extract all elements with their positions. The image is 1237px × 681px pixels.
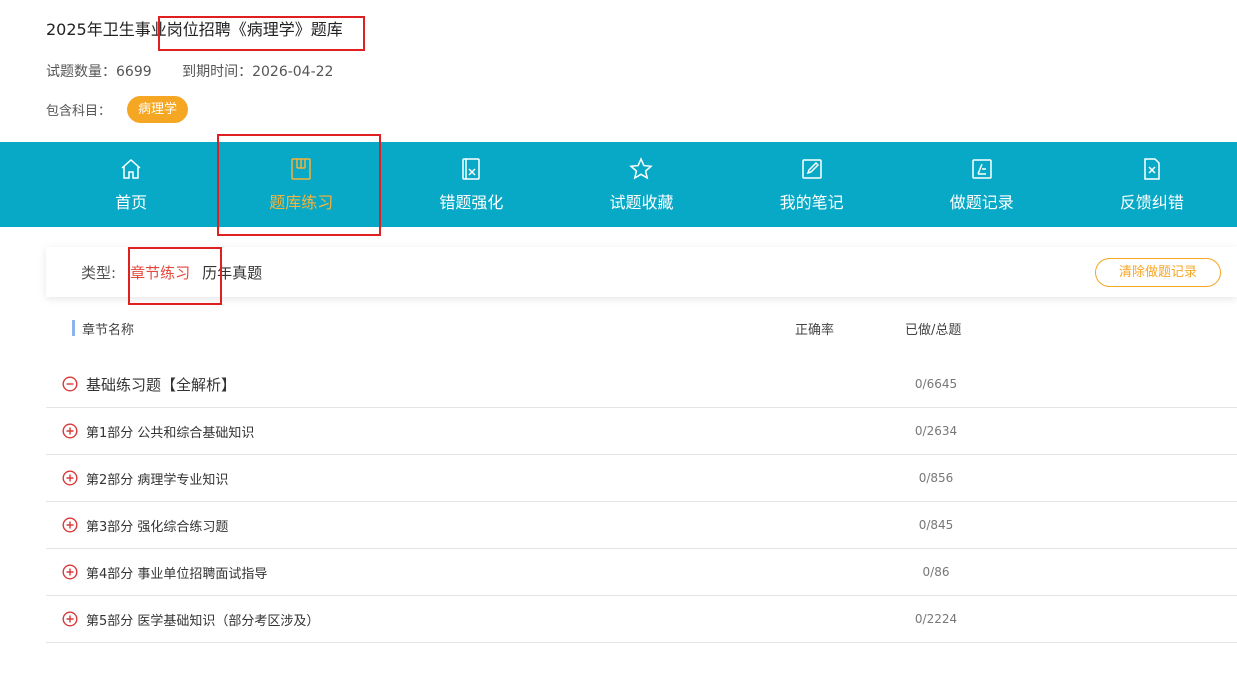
nav-label: 做题记录 xyxy=(949,193,1014,212)
expand-icon[interactable] xyxy=(62,423,78,439)
chapter-count: 0/2224 xyxy=(914,612,958,626)
expiry-label: 到期时间： xyxy=(182,64,253,80)
chapter-name: 第4部分 事业单位招聘面试指导 xyxy=(86,567,268,582)
collapse-icon[interactable] xyxy=(62,376,78,392)
expiry-date: 2026-04-22 xyxy=(252,64,334,80)
feedback-icon xyxy=(1139,156,1165,182)
chapter-name: 第2部分 病理学专业知识 xyxy=(86,473,229,488)
book-icon xyxy=(288,156,314,182)
home-icon xyxy=(118,156,144,182)
chapter-row[interactable]: 第2部分 病理学专业知识 0/856 xyxy=(46,455,1237,502)
expiry: 到期时间：2026-04-22 xyxy=(182,64,333,80)
nav-item-wrong-questions[interactable]: 错题强化 xyxy=(386,142,556,227)
chapter-row[interactable]: 第5部分 医学基础知识（部分考区涉及） 0/2224 xyxy=(46,596,1237,643)
edit-note-icon xyxy=(799,156,825,182)
question-count-label: 试题数量： xyxy=(46,64,116,80)
nav-item-feedback[interactable]: 反馈纠错 xyxy=(1067,142,1237,227)
nav-label: 题库练习 xyxy=(269,193,334,212)
column-chapter-name: 章节名称 xyxy=(82,323,135,338)
question-count: 试题数量：6699 xyxy=(46,64,152,80)
chapter-row[interactable]: 第4部分 事业单位招聘面试指导 0/86 xyxy=(46,549,1237,596)
chapter-name: 第1部分 公共和综合基础知识 xyxy=(86,426,255,441)
nav-item-records[interactable]: 做题记录 xyxy=(897,142,1067,227)
type-label: 类型: xyxy=(81,263,117,282)
header-accent-bar xyxy=(72,320,75,336)
expand-icon[interactable] xyxy=(62,470,78,486)
chapter-count: 0/6645 xyxy=(914,377,958,391)
chapter-row[interactable]: 基础练习题【全解析】 0/6645 xyxy=(46,361,1237,408)
nav-item-question-bank[interactable]: 题库练习 xyxy=(216,142,386,227)
chapter-count: 0/845 xyxy=(918,518,954,532)
wrong-question-icon xyxy=(458,156,484,182)
page-title: 2025年卫生事业岗位招聘《病理学》题库 xyxy=(46,20,343,39)
tab-past-exams[interactable]: 历年真题 xyxy=(202,262,262,283)
expand-icon[interactable] xyxy=(62,517,78,533)
chapter-count: 0/86 xyxy=(922,565,950,579)
chapter-name: 基础练习题【全解析】 xyxy=(86,376,237,394)
chapter-count: 0/856 xyxy=(918,471,954,485)
chapter-row[interactable]: 第3部分 强化综合练习题 0/845 xyxy=(46,502,1237,549)
nav-label: 我的笔记 xyxy=(779,193,844,212)
clear-records-button[interactable]: 清除做题记录 xyxy=(1095,258,1221,287)
star-icon xyxy=(628,156,654,182)
subjects-label: 包含科目： xyxy=(46,104,112,119)
column-accuracy: 正确率 xyxy=(795,323,835,338)
chapter-name: 第5部分 医学基础知识（部分考区涉及） xyxy=(86,614,320,629)
nav-label: 试题收藏 xyxy=(609,193,674,212)
expand-icon[interactable] xyxy=(62,611,78,627)
nav-item-notes[interactable]: 我的笔记 xyxy=(727,142,897,227)
subject-row: 包含科目： 病理学 xyxy=(46,96,189,123)
chapter-row[interactable]: 第1部分 公共和综合基础知识 0/2634 xyxy=(46,408,1237,455)
nav-label: 错题强化 xyxy=(439,193,504,212)
main-navbar: 首页 题库练习 错题强化 试题收藏 我的笔记 做题记录 反馈纠错 xyxy=(0,142,1237,227)
nav-item-favorites[interactable]: 试题收藏 xyxy=(556,142,726,227)
chapter-name: 第3部分 强化综合练习题 xyxy=(86,520,229,535)
chapter-count: 0/2634 xyxy=(914,424,958,438)
type-filter-card: 类型: 章节练习 历年真题 清除做题记录 xyxy=(46,247,1237,297)
table-header: 章节名称 正确率 已做/总题 xyxy=(72,319,1237,338)
expand-icon[interactable] xyxy=(62,564,78,580)
subject-tag[interactable]: 病理学 xyxy=(127,96,189,123)
nav-item-home[interactable]: 首页 xyxy=(46,142,216,227)
tab-chapter-practice[interactable]: 章节练习 xyxy=(130,262,190,283)
record-icon xyxy=(969,156,995,182)
nav-label: 首页 xyxy=(115,193,148,212)
nav-label: 反馈纠错 xyxy=(1119,193,1184,212)
meta-row: 试题数量：6699 到期时间：2026-04-22 xyxy=(46,61,359,81)
chapter-list: 基础练习题【全解析】 0/6645 第1部分 公共和综合基础知识 0/2634 … xyxy=(46,361,1237,643)
question-count-value: 6699 xyxy=(116,64,152,80)
column-progress: 已做/总题 xyxy=(905,323,962,338)
